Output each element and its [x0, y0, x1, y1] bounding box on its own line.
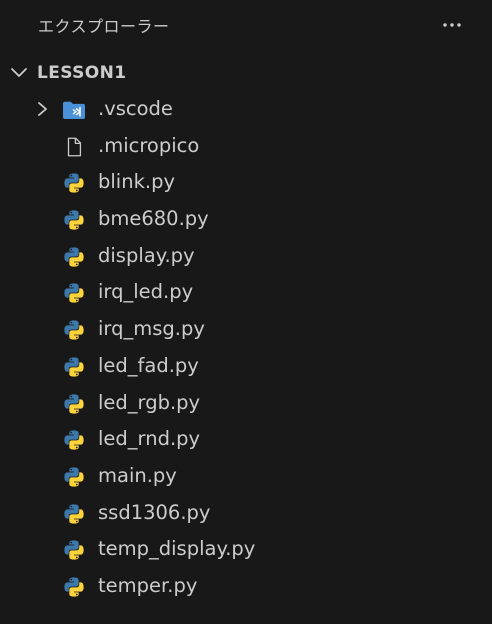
python-icon [62, 576, 86, 598]
file-item[interactable]: temper.py [0, 568, 492, 605]
item-label: temper.py [98, 573, 198, 597]
chevron-down-icon [10, 64, 28, 82]
file-item[interactable]: .micropico [0, 128, 492, 165]
file-tree: .vscode .micropico blink.py bme680.py di… [0, 91, 492, 605]
python-icon [62, 246, 86, 268]
file-item[interactable]: display.py [0, 238, 492, 275]
item-label: led_fad.py [98, 353, 199, 377]
file-item[interactable]: blink.py [0, 164, 492, 201]
item-label: .vscode [98, 97, 173, 120]
item-label: irq_msg.py [98, 317, 205, 341]
python-icon [62, 503, 86, 525]
item-label: main.py [98, 463, 177, 487]
file-icon [62, 136, 86, 158]
file-item[interactable]: led_fad.py [0, 348, 492, 385]
file-item[interactable]: irq_msg.py [0, 311, 492, 348]
python-icon [62, 282, 86, 304]
file-item[interactable]: led_rgb.py [0, 385, 492, 422]
file-item[interactable]: irq_led.py [0, 274, 492, 311]
python-icon [62, 356, 86, 378]
python-icon [62, 172, 86, 194]
python-icon [62, 429, 86, 451]
item-label: led_rnd.py [98, 427, 201, 451]
item-label: .micropico [98, 133, 200, 157]
python-icon [62, 209, 86, 231]
ellipsis-icon[interactable] [436, 12, 468, 38]
chevron-right-icon [34, 100, 50, 118]
file-item[interactable]: temp_display.py [0, 531, 492, 568]
vscode-folder-icon [62, 99, 86, 121]
folder-header-lesson1[interactable]: LESSON1 [0, 56, 492, 90]
item-label: irq_led.py [98, 280, 194, 304]
explorer-title: エクスプローラー [38, 17, 170, 36]
item-label: bme680.py [98, 207, 209, 231]
folder-name: LESSON1 [37, 63, 127, 83]
item-label: temp_display.py [98, 537, 256, 561]
file-item[interactable]: ssd1306.py [0, 495, 492, 532]
folder-item[interactable]: .vscode [0, 91, 492, 128]
item-label: ssd1306.py [98, 500, 211, 524]
explorer-header: エクスプローラー [0, 0, 492, 50]
python-icon [62, 319, 86, 341]
file-item[interactable]: main.py [0, 458, 492, 495]
python-icon [62, 393, 86, 415]
explorer-panel: エクスプローラー LESSON1 .vscode .micropico blin… [0, 0, 492, 624]
python-icon [62, 466, 86, 488]
python-icon [62, 539, 86, 561]
item-label: display.py [98, 243, 195, 267]
item-label: blink.py [98, 170, 175, 194]
file-item[interactable]: bme680.py [0, 201, 492, 238]
file-item[interactable]: led_rnd.py [0, 421, 492, 458]
item-label: led_rgb.py [98, 390, 201, 414]
